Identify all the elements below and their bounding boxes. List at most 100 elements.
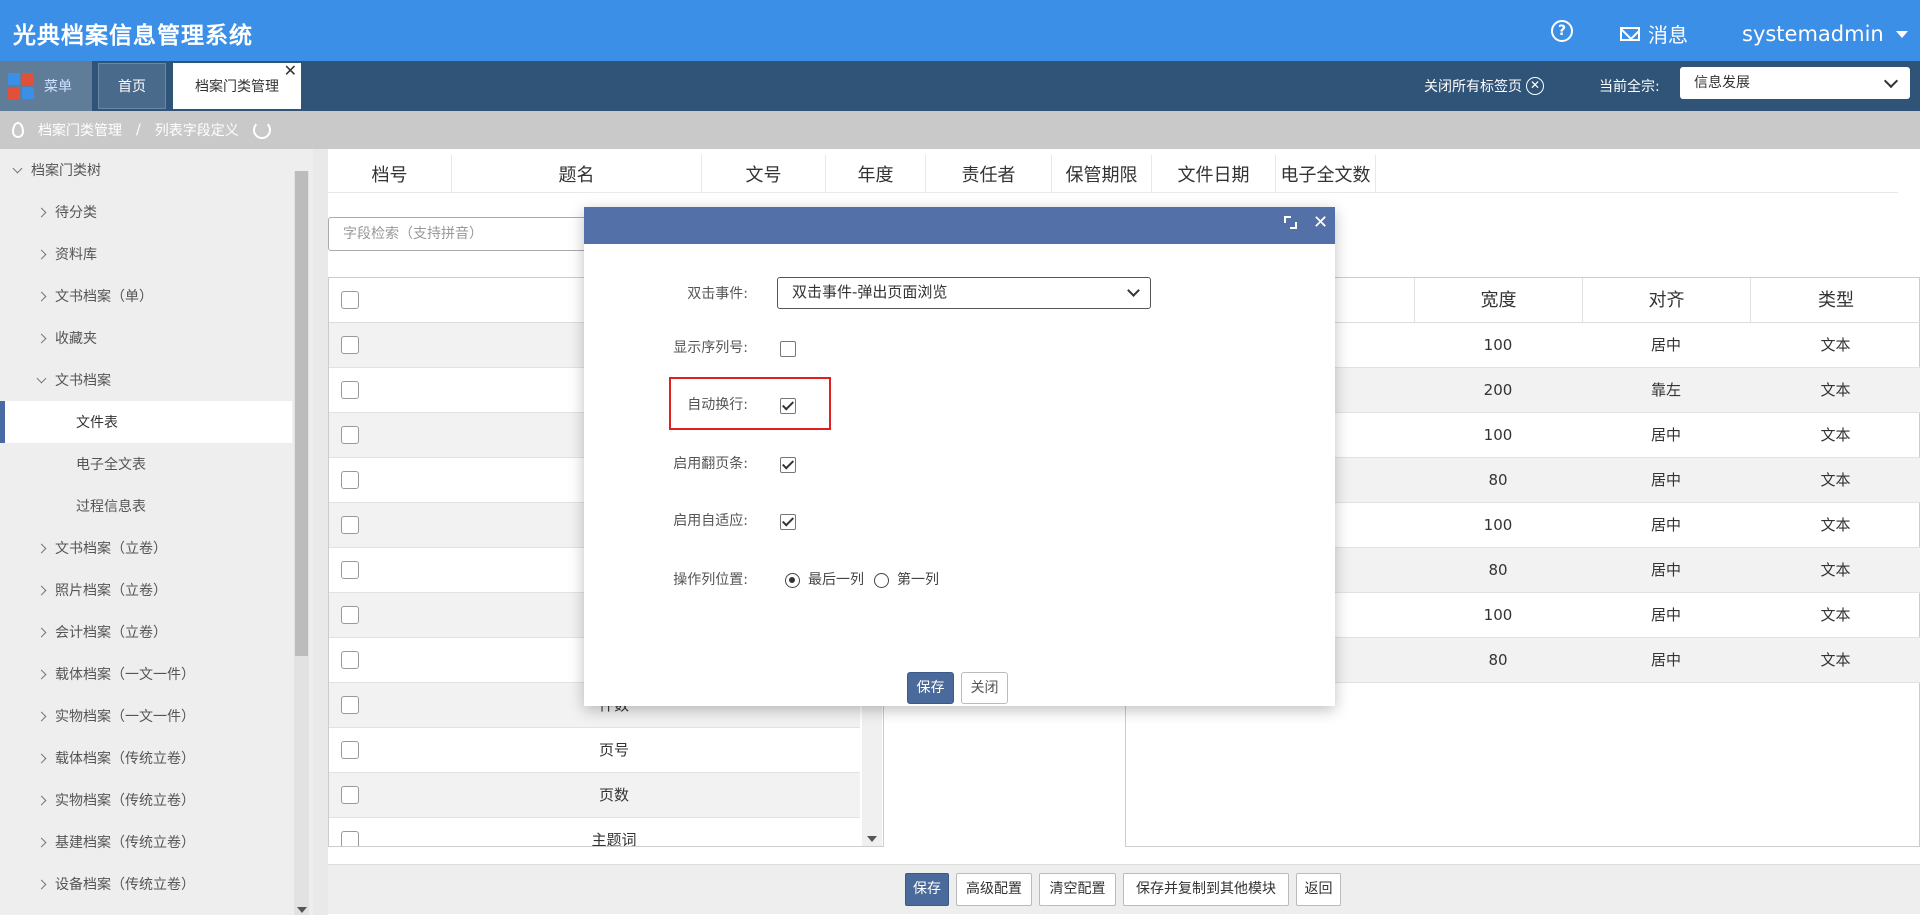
- column-header: 宽度: [1414, 278, 1582, 323]
- chevron-right-icon: [36, 543, 47, 553]
- chevron-right-icon: [36, 333, 47, 343]
- save-and-copy-button[interactable]: 保存并复制到其他模块: [1123, 873, 1289, 906]
- row-checkbox[interactable]: [341, 831, 359, 846]
- row-checkbox[interactable]: [341, 786, 359, 804]
- save-button[interactable]: 保存: [905, 873, 949, 906]
- clear-config-button[interactable]: 清空配置: [1039, 873, 1116, 906]
- tree-item[interactable]: 基建档案（传统立卷）: [0, 821, 292, 863]
- row-checkbox[interactable]: [341, 561, 359, 579]
- close-icon[interactable]: ✕: [1313, 213, 1328, 233]
- chevron-right-icon: [36, 249, 47, 259]
- tree-item[interactable]: 收藏夹: [0, 317, 292, 359]
- help-icon[interactable]: ?: [1551, 20, 1573, 42]
- row-checkbox[interactable]: [341, 606, 359, 624]
- advanced-config-button[interactable]: 高级配置: [956, 873, 1032, 906]
- chevron-right-icon: [36, 795, 47, 805]
- chevron-right-icon: [36, 837, 47, 847]
- width-cell: 80: [1488, 651, 1508, 669]
- menu-button[interactable]: 菜单: [0, 61, 92, 111]
- tree-item-active[interactable]: 文件表: [0, 401, 292, 443]
- close-all-tabs-button[interactable]: 关闭所有标签页 ✕: [1424, 76, 1544, 96]
- menu-label: 菜单: [44, 79, 72, 95]
- messages-button[interactable]: 消息: [1620, 19, 1688, 48]
- column-preview-header: 档号 题名 文号 年度 责任者 保管期限 文件日期 电子全文数: [328, 155, 1898, 193]
- tree-label: 设备档案（传统立卷）: [55, 877, 195, 893]
- table-row[interactable]: 页数: [329, 773, 860, 818]
- close-icon[interactable]: ✕: [284, 63, 297, 79]
- row-checkbox[interactable]: [341, 426, 359, 444]
- preview-column: 题名: [452, 155, 702, 192]
- tab-home[interactable]: 首页: [98, 63, 166, 109]
- row-checkbox[interactable]: [341, 381, 359, 399]
- tree-root[interactable]: 档案门类树: [0, 149, 292, 191]
- chevron-right-icon: [36, 711, 47, 721]
- dialog-close-button[interactable]: 关闭: [961, 672, 1008, 704]
- type-cell: 文本: [1820, 651, 1851, 669]
- chevron-right-icon: [36, 207, 47, 217]
- row-checkbox[interactable]: [341, 336, 359, 354]
- radio-first-column[interactable]: [874, 573, 889, 588]
- dialog-save-button[interactable]: 保存: [907, 672, 954, 704]
- width-cell: 100: [1483, 336, 1513, 354]
- align-cell: 居中: [1650, 471, 1681, 489]
- chevron-right-icon: [36, 753, 47, 763]
- row-checkbox[interactable]: [341, 516, 359, 534]
- row-text: 页号: [598, 741, 629, 759]
- show-seq-checkbox[interactable]: [780, 341, 796, 357]
- chevron-down-icon: [12, 163, 23, 173]
- breadcrumb-item[interactable]: 档案门类管理: [38, 120, 122, 140]
- maximize-icon[interactable]: [1283, 215, 1297, 229]
- adaptive-checkbox[interactable]: [780, 514, 796, 530]
- table-row[interactable]: 页号: [329, 728, 860, 773]
- width-cell: 100: [1483, 516, 1513, 534]
- tree-item[interactable]: 载体档案（传统立卷）: [0, 737, 292, 779]
- width-cell: 100: [1483, 606, 1513, 624]
- row-text: 主题词: [591, 831, 637, 847]
- preview-column: 保管期限: [1052, 155, 1152, 192]
- row-checkbox[interactable]: [341, 696, 359, 714]
- row-checkbox[interactable]: [341, 471, 359, 489]
- align-cell: 居中: [1650, 606, 1681, 624]
- pager-checkbox[interactable]: [780, 457, 796, 473]
- back-button[interactable]: 返回: [1296, 873, 1341, 906]
- tree-label: 收藏夹: [55, 331, 97, 347]
- dialog-titlebar: ✕: [584, 207, 1335, 244]
- tree-label: 照片档案（立卷）: [55, 583, 167, 599]
- column-header: 类型: [1750, 278, 1920, 323]
- tree-item[interactable]: 待分类: [0, 191, 292, 233]
- dblclick-select[interactable]: 双击事件-弹出页面浏览: [777, 277, 1151, 309]
- sidebar-scrollbar[interactable]: [294, 171, 309, 915]
- scroll-down-arrow-icon[interactable]: [297, 907, 307, 913]
- tree-item[interactable]: 文书档案（立卷）: [0, 527, 292, 569]
- auto-wrap-checkbox[interactable]: [780, 398, 796, 414]
- tree-item[interactable]: 照片档案（立卷）: [0, 569, 292, 611]
- tab-archive-category[interactable]: 档案门类管理 ✕: [173, 63, 301, 109]
- tree-item[interactable]: 文书档案: [0, 359, 292, 401]
- user-menu[interactable]: systemadmin: [1742, 22, 1908, 46]
- tree-item[interactable]: 电子全文表: [0, 443, 292, 485]
- align-cell: 居中: [1650, 651, 1681, 669]
- tree-item[interactable]: 实物档案（传统立卷）: [0, 779, 292, 821]
- scroll-down-arrow-icon[interactable]: [867, 836, 877, 842]
- auto-wrap-row: 自动换行:: [584, 386, 1335, 422]
- fonds-select[interactable]: 信息发展: [1680, 67, 1910, 99]
- align-cell: 居中: [1650, 426, 1681, 444]
- tree-item[interactable]: 载体档案（一文一件）: [0, 653, 292, 695]
- row-checkbox[interactable]: [341, 741, 359, 759]
- user-name: systemadmin: [1742, 22, 1884, 46]
- tree-item[interactable]: 设备档案（传统立卷）: [0, 863, 292, 905]
- tree-item[interactable]: 过程信息表: [0, 485, 292, 527]
- select-all-checkbox[interactable]: [341, 291, 359, 309]
- tree-item[interactable]: 会计档案（立卷）: [0, 611, 292, 653]
- refresh-icon[interactable]: [252, 121, 271, 139]
- scrollbar-thumb[interactable]: [295, 171, 308, 656]
- tree-item[interactable]: 实物档案（一文一件）: [0, 695, 292, 737]
- tree-label: 文书档案: [55, 373, 111, 389]
- tree-label: 档案门类树: [31, 163, 101, 179]
- row-checkbox[interactable]: [341, 651, 359, 669]
- row-text: 页数: [598, 786, 629, 804]
- tree-item[interactable]: 资料库: [0, 233, 292, 275]
- tree-item[interactable]: 文书档案（单）: [0, 275, 292, 317]
- table-row[interactable]: 主题词: [329, 818, 860, 847]
- radio-last-column[interactable]: [785, 573, 800, 588]
